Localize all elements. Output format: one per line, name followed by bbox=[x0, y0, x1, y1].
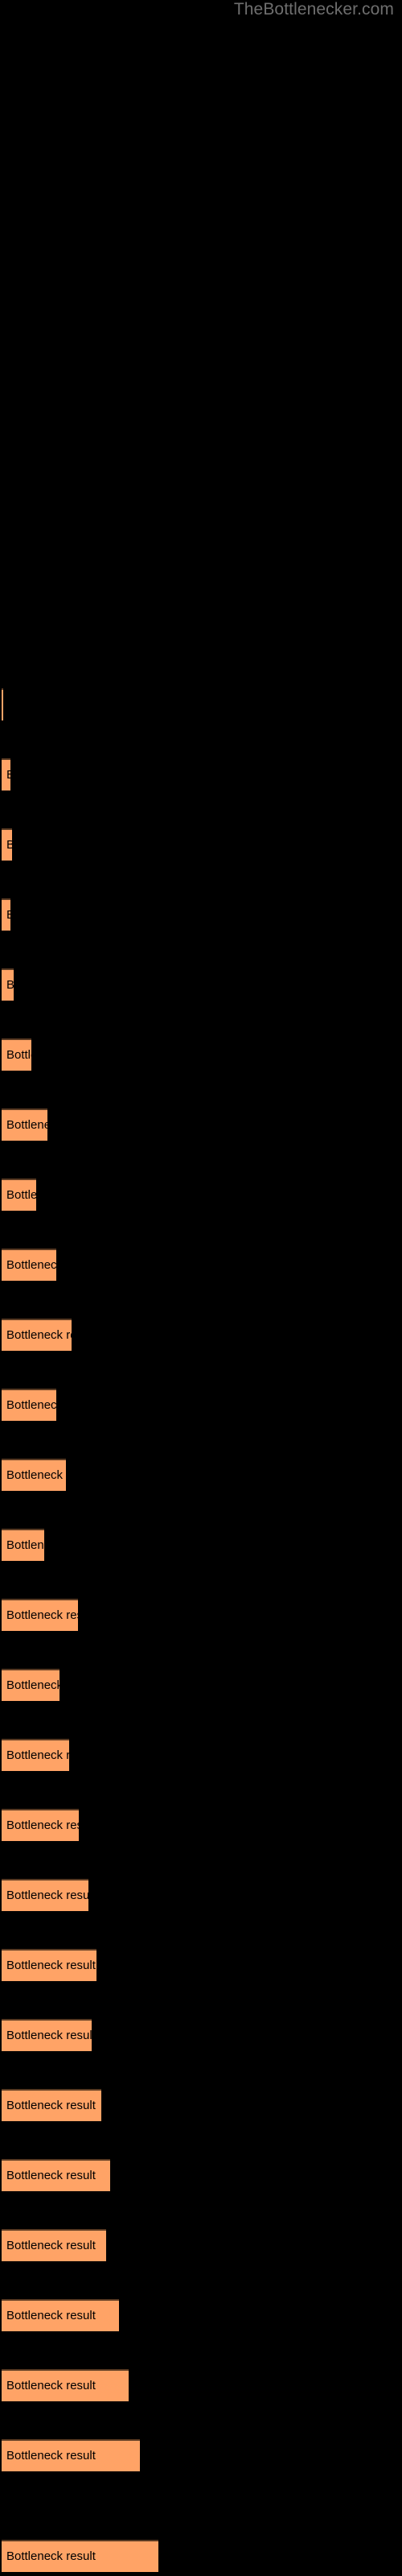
bar-label: Bottleneck result bbox=[6, 1889, 88, 1902]
chart-bar[interactable]: Bottleneck result bbox=[2, 2019, 92, 2051]
bar-label: Bottleneck result bbox=[6, 830, 12, 861]
bar-row: Bottleneck result bbox=[0, 1599, 402, 1631]
bar-label: Bottleneck result bbox=[6, 1188, 36, 1202]
chart-bar[interactable]: Bottleneck result bbox=[2, 898, 10, 931]
bar-label: Bottleneck result bbox=[6, 2379, 96, 2392]
bar-row: Bottleneck result bbox=[0, 1459, 402, 1491]
bar-row: Bottleneck result bbox=[0, 1809, 402, 1841]
bar-row: Bottleneck result bbox=[0, 2540, 402, 2572]
bar-row: Bottleneck result bbox=[0, 1389, 402, 1421]
bar-label: Bottleneck result bbox=[6, 2169, 96, 2182]
bar-row: Bottleneck result bbox=[0, 1249, 402, 1281]
bar-chart-plot: Bottleneck result Bottleneck result Bottle… bbox=[0, 0, 402, 2576]
bar-label: Bottleneck result bbox=[6, 1538, 44, 1552]
bar-row: Bottleneck result bbox=[0, 898, 402, 931]
chart-bar[interactable]: Bottleneck result bbox=[2, 2369, 129, 2401]
chart-bar[interactable]: Bottleneck result bbox=[2, 1739, 69, 1771]
bar-row: Bottleneck result bbox=[0, 828, 402, 861]
bar-label: Bottleneck result bbox=[6, 2239, 96, 2252]
bar-row: Bottleneck result bbox=[0, 1038, 402, 1071]
chart-bar[interactable]: Bottleneck result bbox=[2, 2089, 101, 2121]
bar-row: Bottleneck result bbox=[0, 1949, 402, 1981]
bar-row: Bottleneck result bbox=[0, 2369, 402, 2401]
chart-bar[interactable]: Bottleneck result bbox=[2, 1459, 66, 1491]
bar-label: Bottleneck result bbox=[6, 1258, 56, 1272]
bar-label: Bottleneck result bbox=[6, 760, 10, 791]
chart-bar[interactable]: Bottleneck result bbox=[2, 1669, 59, 1701]
chart-bar[interactable]: Bottleneck result bbox=[2, 1809, 79, 1841]
chart-bar[interactable]: Bottleneck result bbox=[2, 2159, 110, 2191]
chart-bar[interactable]: Bottleneck result bbox=[2, 1038, 31, 1071]
bar-row: Bottleneck result bbox=[0, 688, 402, 720]
chart-bar[interactable]: Bottleneck result bbox=[2, 2299, 119, 2331]
bar-label: Bottleneck result bbox=[6, 2549, 96, 2563]
bar-label: Bottleneck result bbox=[6, 1818, 79, 1832]
chart-bar[interactable]: Bottleneck result bbox=[2, 2439, 140, 2471]
chart-bar[interactable]: Bottleneck result bbox=[2, 1949, 96, 1981]
bar-label: Bottleneck result bbox=[6, 1118, 47, 1132]
chart-bar[interactable]: Bottleneck result bbox=[2, 2229, 106, 2261]
chart-bar[interactable]: Bottleneck result bbox=[2, 1389, 56, 1421]
bar-row: Bottleneck result bbox=[0, 2229, 402, 2261]
bar-label: Bottleneck result bbox=[6, 1468, 66, 1482]
chart-bar[interactable]: Bottleneck result bbox=[2, 828, 12, 861]
chart-bar[interactable]: Bottleneck result bbox=[2, 1179, 36, 1211]
bar-row: Bottleneck result bbox=[0, 1108, 402, 1141]
bar-row: Bottleneck result bbox=[0, 2439, 402, 2471]
bar-label: Bottleneck result bbox=[6, 1959, 96, 1972]
chart-bar[interactable]: Bottleneck result bbox=[2, 1599, 78, 1631]
bar-label: Bottleneck result bbox=[6, 2309, 96, 2322]
chart-bar[interactable]: Bottleneck result bbox=[2, 1319, 72, 1351]
chart-bar[interactable]: Bottleneck result bbox=[2, 1249, 56, 1281]
bar-row: Bottleneck result bbox=[0, 1179, 402, 1211]
bar-row: Bottleneck result bbox=[0, 1529, 402, 1561]
bar-row: Bottleneck result bbox=[0, 2159, 402, 2191]
chart-bar[interactable]: Bottleneck result bbox=[2, 688, 3, 720]
bar-label: Bottleneck result bbox=[6, 1328, 72, 1342]
bar-row: Bottleneck result bbox=[0, 2019, 402, 2051]
bar-label: Bottleneck result bbox=[6, 970, 14, 1001]
bar-label: Bottleneck result bbox=[6, 2029, 92, 2042]
bar-label: Bottleneck result bbox=[6, 1398, 56, 1412]
chart-bar[interactable]: Bottleneck result bbox=[2, 1529, 44, 1561]
bar-row: Bottleneck result bbox=[0, 1319, 402, 1351]
bar-row: Bottleneck result bbox=[0, 1739, 402, 1771]
bar-row: Bottleneck result bbox=[0, 968, 402, 1001]
bar-label: Bottleneck result bbox=[6, 1678, 59, 1692]
bar-row: Bottleneck result bbox=[0, 2089, 402, 2121]
bar-label: Bottleneck result bbox=[6, 1048, 31, 1062]
bar-label: Bottleneck result bbox=[6, 900, 10, 931]
chart-bar[interactable]: Bottleneck result bbox=[2, 758, 10, 791]
chart-bar[interactable]: Bottleneck result bbox=[2, 968, 14, 1001]
bar-label: Bottleneck result bbox=[6, 1748, 69, 1762]
chart-bar[interactable]: Bottleneck result bbox=[2, 1108, 47, 1141]
bar-label: Bottleneck result bbox=[6, 2099, 96, 2112]
bar-row: Bottleneck result bbox=[0, 758, 402, 791]
bar-row: Bottleneck result bbox=[0, 1879, 402, 1911]
chart-bar[interactable]: Bottleneck result bbox=[2, 2540, 158, 2572]
chart-bar[interactable]: Bottleneck result bbox=[2, 1879, 88, 1911]
bar-label: Bottleneck result bbox=[6, 2449, 96, 2462]
bar-row: Bottleneck result bbox=[0, 1669, 402, 1701]
bar-row: Bottleneck result bbox=[0, 2299, 402, 2331]
page-root: TheBottlenecker.com Bottleneck resultBot… bbox=[0, 0, 402, 2576]
bar-label: Bottleneck result bbox=[6, 1608, 78, 1622]
